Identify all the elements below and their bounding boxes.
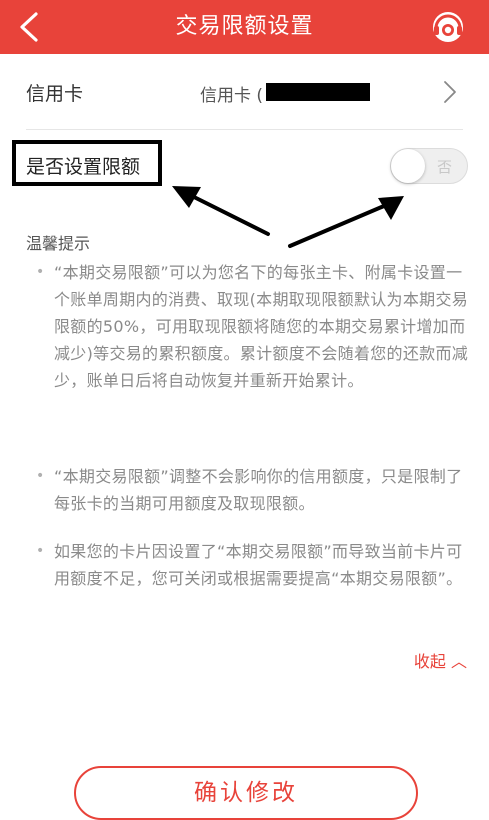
tips-title: 温馨提示 <box>26 234 91 253</box>
annotation-arrow-right <box>288 196 404 248</box>
annotation-arrow-left <box>172 186 270 236</box>
chevron-right-icon[interactable] <box>440 77 460 107</box>
tip-text: “本期交易限额”调整不会影响你的信用额度，只是限制了每张卡的当期可用额度及取现限… <box>54 467 463 513</box>
divider <box>26 129 463 130</box>
tip-item: • “本期交易限额”可以为您名下的每张主卡、附属卡设置一个账单周期内的消费、取现… <box>36 259 476 394</box>
limit-setting-label: 是否设置限额 <box>26 156 141 178</box>
redacted-card-number <box>266 83 370 101</box>
page-title: 交易限额设置 <box>175 14 314 39</box>
tip-text: “本期交易限额”可以为您名下的每张主卡、附属卡设置一个账单周期内的消费、取现(本… <box>54 263 469 390</box>
top-bar: 交易限额设置 <box>0 0 489 54</box>
bullet-icon: • <box>36 468 45 484</box>
bullet-icon: • <box>36 264 45 280</box>
card-select-row[interactable]: 信用卡 信用卡 ( <box>0 55 489 129</box>
toggle-state-text: 否 <box>437 158 453 176</box>
toggle-knob[interactable] <box>391 149 425 183</box>
tip-item: • “本期交易限额”调整不会影响你的信用额度，只是限制了每张卡的当期可用额度及取… <box>36 463 476 517</box>
tip-text: 如果您的卡片因设置了“本期交易限额”而导致当前卡片可用额度不足，您可关闭或根据需… <box>54 542 463 588</box>
bullet-icon: • <box>36 543 45 559</box>
card-row-value: 信用卡 ( <box>200 86 264 106</box>
collapse-link[interactable]: 收起 ︿ <box>414 648 467 672</box>
customer-service-icon[interactable] <box>429 8 467 46</box>
card-row-label: 信用卡 <box>26 83 84 105</box>
limit-toggle[interactable]: 否 <box>390 148 468 184</box>
tip-item: • 如果您的卡片因设置了“本期交易限额”而导致当前卡片可用额度不足，您可关闭或根… <box>36 538 476 592</box>
